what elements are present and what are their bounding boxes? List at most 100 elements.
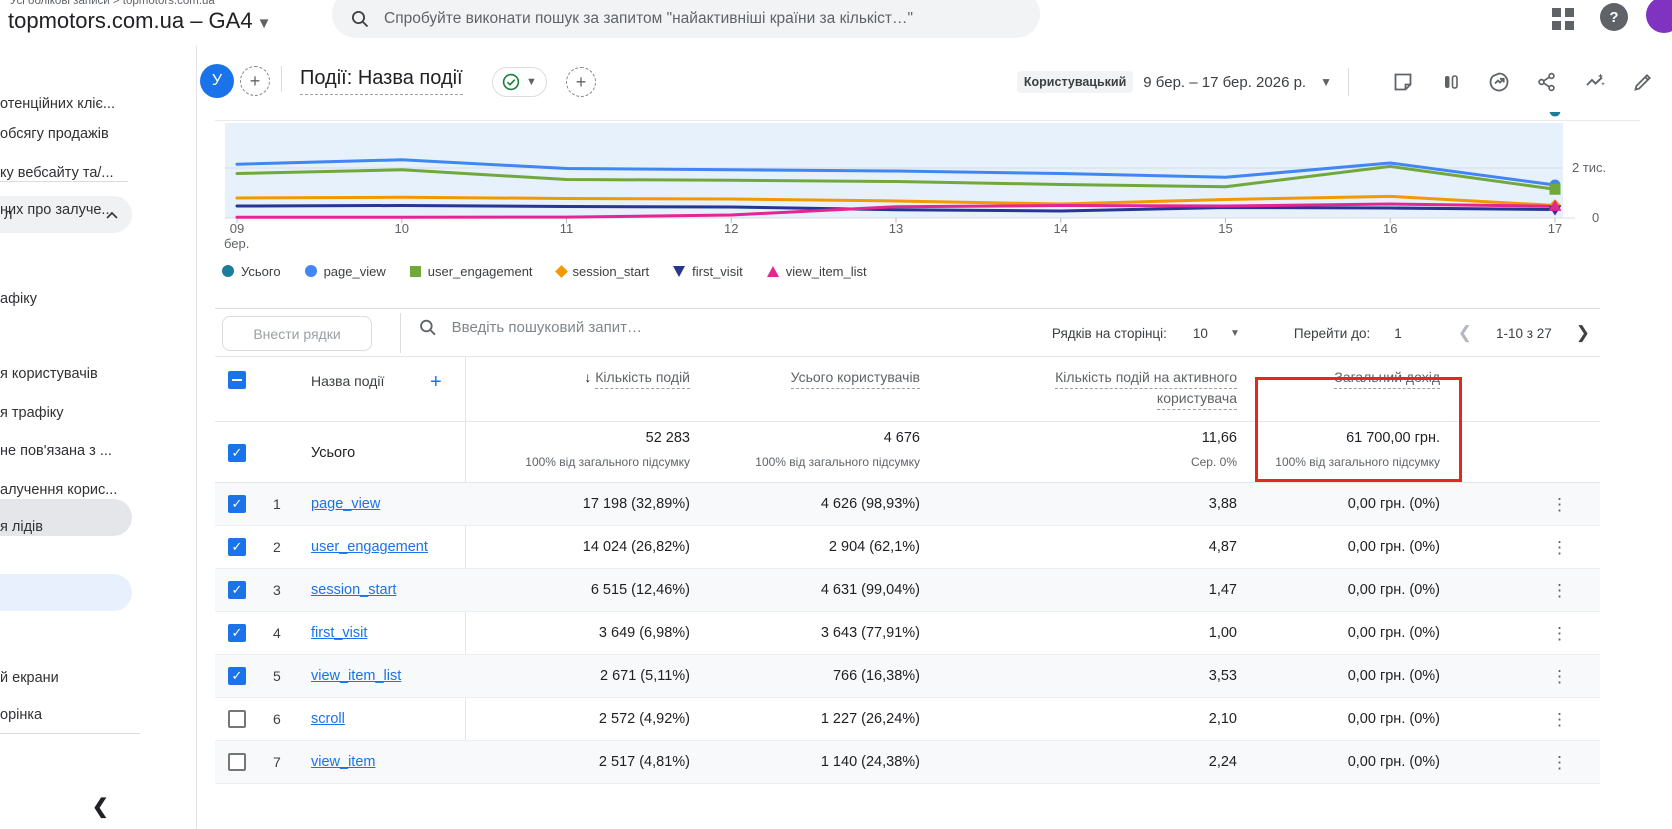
- row-menu-icon[interactable]: ⋮: [1551, 655, 1568, 698]
- help-icon[interactable]: ?: [1600, 3, 1628, 31]
- sidebar-item[interactable]: я трафіку: [0, 405, 64, 421]
- sidebar-item[interactable]: них про залуче...: [0, 202, 114, 218]
- sidebar-item[interactable]: я лідів: [0, 519, 43, 535]
- insights-sparkline-icon[interactable]: [1583, 70, 1607, 94]
- row-checkbox[interactable]: ✓: [228, 581, 246, 599]
- sidebar-item[interactable]: орінка: [0, 707, 42, 723]
- table-row[interactable]: ✓ 4 first_visit 3 649 (6,98%) 3 643 (77,…: [215, 612, 1600, 655]
- sidebar-item-highlighted[interactable]: [0, 574, 132, 611]
- legend-item[interactable]: first_visit: [673, 264, 743, 279]
- sidebar-item[interactable]: отенційних кліє...: [0, 96, 115, 112]
- row-menu-icon[interactable]: ⋮: [1551, 612, 1568, 655]
- date-range-picker[interactable]: 9 бер. – 17 бер. 2026 р.: [1143, 74, 1306, 91]
- cell-per-user: 3,88: [1208, 496, 1237, 512]
- x-tick-label: 17: [1547, 221, 1563, 236]
- legend-marker-icon: [409, 265, 421, 277]
- legend-label: session_start: [572, 263, 650, 279]
- table-row[interactable]: 6 scroll 2 572 (4,92%) 1 227 (26,24%) 2,…: [215, 698, 1600, 741]
- dimension-status-dropdown[interactable]: ▼: [492, 67, 547, 97]
- totals-events: 52 283: [645, 430, 690, 446]
- event-name-link[interactable]: user_engagement: [311, 526, 428, 569]
- event-name-link[interactable]: view_item_list: [311, 655, 401, 698]
- legend-item[interactable]: user_engagement: [409, 264, 533, 279]
- sidebar-item[interactable]: афіку: [0, 291, 37, 307]
- event-name-link[interactable]: scroll: [311, 698, 345, 741]
- sidebar: л ❮ отенційних кліє... обсягу продажів ку …: [0, 46, 197, 829]
- share-icon[interactable]: [1535, 70, 1559, 94]
- event-name-link[interactable]: view_item: [311, 741, 375, 784]
- event-name-link[interactable]: page_view: [311, 483, 380, 526]
- notes-icon[interactable]: [1391, 70, 1415, 94]
- column-header-name[interactable]: Назва події: [311, 373, 384, 389]
- table-row[interactable]: ✓ 5 view_item_list 2 671 (5,11%) 766 (16…: [215, 655, 1600, 698]
- table-row[interactable]: ✓ 1 page_view 17 198 (32,89%) 4 626 (98,…: [215, 483, 1600, 526]
- add-column-icon[interactable]: +: [430, 371, 442, 394]
- row-menu-icon[interactable]: ⋮: [1551, 483, 1568, 526]
- insights-icon[interactable]: [1487, 70, 1511, 94]
- chevron-down-icon: ▼: [526, 76, 537, 88]
- row-checkbox[interactable]: ✓: [228, 495, 246, 513]
- column-header-events[interactable]: ↓ Кількість подій: [584, 369, 690, 389]
- select-all-checkbox[interactable]: [228, 371, 246, 389]
- chevron-down-icon[interactable]: ▼: [1230, 328, 1240, 339]
- table-search-input[interactable]: [451, 319, 938, 336]
- event-name-link[interactable]: first_visit: [311, 612, 367, 655]
- event-name-link[interactable]: session_start: [311, 569, 396, 612]
- breadcrumb[interactable]: Усі облікові записи > topmotors.com.ua: [10, 0, 215, 7]
- row-menu-icon[interactable]: ⋮: [1551, 526, 1568, 569]
- row-checkbox[interactable]: [228, 753, 246, 771]
- previous-page-icon[interactable]: ❮: [1458, 323, 1472, 343]
- report-title[interactable]: Події: Назва події: [300, 67, 463, 95]
- sidebar-item[interactable]: алучення корис...: [0, 482, 117, 498]
- global-search-input[interactable]: [384, 10, 1022, 28]
- sort-desc-icon: ↓: [584, 369, 596, 385]
- global-search[interactable]: [332, 0, 1040, 38]
- table-row[interactable]: 7 view_item 2 517 (4,81%) 1 140 (24,38%)…: [215, 741, 1600, 784]
- table-row[interactable]: ✓ 3 session_start 6 515 (12,46%) 4 631 (…: [215, 569, 1600, 612]
- rows-per-page-value[interactable]: 10: [1193, 326, 1208, 341]
- legend-item[interactable]: view_item_list: [766, 264, 867, 279]
- x-tick-label: 10: [394, 221, 409, 236]
- compare-icon[interactable]: [1439, 70, 1463, 94]
- account-avatar[interactable]: [1646, 0, 1672, 33]
- add-metric-button[interactable]: +: [566, 67, 596, 97]
- goto-page-value[interactable]: 1: [1394, 326, 1402, 341]
- add-comparison-button[interactable]: +: [240, 66, 270, 96]
- totals-checkbox[interactable]: ✓: [228, 444, 246, 462]
- legend-item[interactable]: page_view: [304, 264, 386, 279]
- column-header-users[interactable]: Усього користувачів: [790, 369, 920, 389]
- chevron-down-icon[interactable]: ▼: [1320, 75, 1332, 89]
- table-search[interactable]: [418, 317, 938, 338]
- sidebar-item[interactable]: не пов'язана з ...: [0, 443, 112, 459]
- row-menu-icon[interactable]: ⋮: [1551, 569, 1568, 612]
- sidebar-collapse-icon[interactable]: ❮: [92, 794, 109, 819]
- row-checkbox[interactable]: ✓: [228, 667, 246, 685]
- column-header-revenue[interactable]: Загальний дохід: [1334, 369, 1440, 389]
- row-checkbox[interactable]: ✓: [228, 538, 246, 556]
- totals-per-user: 11,66: [1201, 430, 1237, 446]
- legend-marker-icon: [554, 264, 568, 278]
- row-menu-icon[interactable]: ⋮: [1551, 698, 1568, 741]
- property-switcher[interactable]: topmotors.com.ua – GA4 ▼: [8, 8, 271, 34]
- sidebar-item[interactable]: й екрани: [0, 670, 59, 686]
- row-checkbox[interactable]: [228, 710, 246, 728]
- events-line-chart[interactable]: [215, 112, 1655, 258]
- edit-pencil-icon[interactable]: [1631, 70, 1655, 94]
- insert-rows-button[interactable]: Внести рядки: [222, 316, 372, 351]
- x-tick-label: 15: [1218, 221, 1233, 236]
- row-checkbox[interactable]: ✓: [228, 624, 246, 642]
- legend-item[interactable]: Усього: [222, 264, 281, 279]
- legend-item[interactable]: session_start: [554, 263, 650, 279]
- segment-avatar[interactable]: У: [200, 64, 234, 98]
- row-menu-icon[interactable]: ⋮: [1551, 741, 1568, 784]
- next-page-icon[interactable]: ❯: [1576, 323, 1590, 343]
- sidebar-item[interactable]: я користувачів: [0, 366, 98, 382]
- sidebar-item[interactable]: ку вебсайту та/...: [0, 165, 114, 181]
- table-row[interactable]: ✓ 2 user_engagement 14 024 (26,82%) 2 90…: [215, 526, 1600, 569]
- cell-events: 2 671 (5,11%): [599, 668, 690, 684]
- sidebar-item[interactable]: обсягу продажів: [0, 126, 109, 142]
- column-header-per-user[interactable]: Кількість подій на активного користувача: [1055, 369, 1237, 411]
- cell-events: 6 515 (12,46%): [590, 582, 690, 598]
- row-number: 2: [273, 539, 281, 555]
- apps-grid-icon[interactable]: [1552, 8, 1574, 30]
